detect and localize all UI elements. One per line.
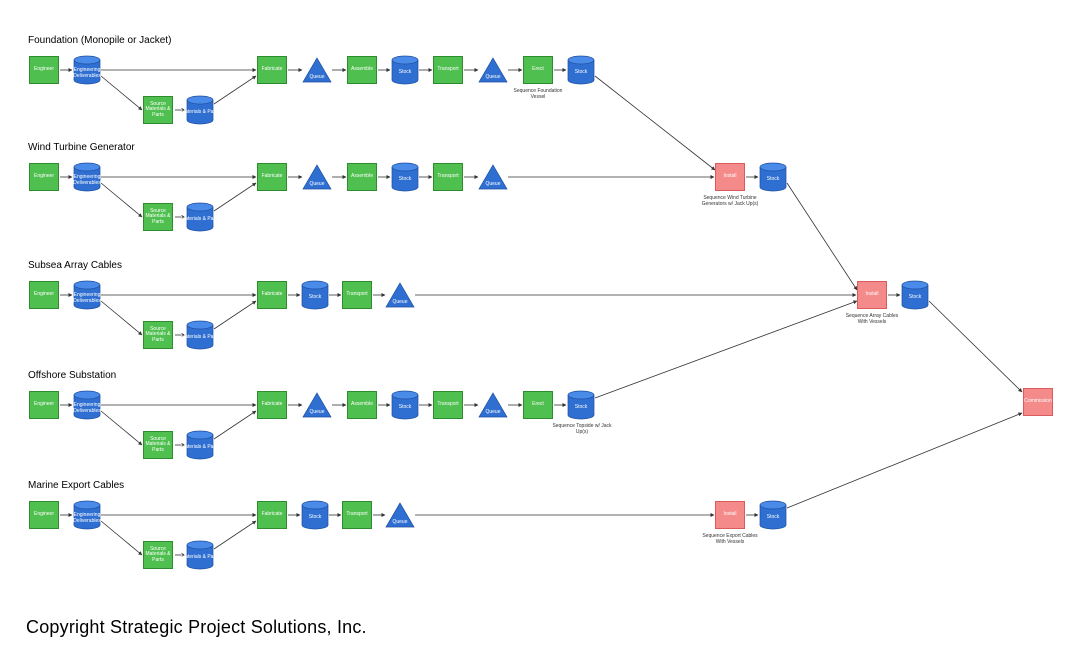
export-source: Source Materials & Parts [143,541,173,569]
svg-text:Queue: Queue [485,409,500,415]
svg-text:Materials & Parts: Materials & Parts [181,554,220,560]
lane-title-export: Marine Export Cables [28,480,124,491]
svg-text:Deliverables: Deliverables [73,180,101,186]
array-fabricate: Fabricate [257,281,287,309]
svg-text:Queue: Queue [392,299,407,305]
svg-text:Stock: Stock [399,69,412,75]
svg-text:Stock: Stock [575,69,588,75]
svg-text:Queue: Queue [309,409,324,415]
svg-text:Materials & Parts: Materials & Parts [181,444,220,450]
array-transport: Transport [342,281,372,309]
array-install-note: Sequence Array Cables With Vessels [842,313,902,325]
svg-text:Engineering: Engineering [74,174,101,180]
lane-title-array: Subsea Array Cables [28,260,122,271]
commission: Commission [1023,388,1053,416]
svg-text:Queue: Queue [392,519,407,525]
diagram-canvas: EngineeringDeliverables Materials & Part… [0,0,1084,664]
foundation-fabricate: Fabricate [257,56,287,84]
wtg-assemble: Assemble [347,163,377,191]
wtg-transport: Transport [433,163,463,191]
svg-text:Deliverables: Deliverables [73,298,101,304]
array-source: Source Materials & Parts [143,321,173,349]
svg-text:Engineering: Engineering [74,292,101,298]
svg-text:Stock: Stock [575,404,588,410]
export-install-note: Sequence Export Cables With Vessels [700,533,760,545]
svg-text:Stock: Stock [399,176,412,182]
svg-text:Stock: Stock [399,404,412,410]
substation-assemble: Assemble [347,391,377,419]
svg-text:Stock: Stock [309,294,322,300]
foundation-erect-note: Sequence Foundation Vessel [508,88,568,100]
export-engineer: Engineer [29,501,59,529]
svg-text:Deliverables: Deliverables [73,408,101,414]
svg-text:Queue: Queue [309,181,324,187]
wtg-engineer: Engineer [29,163,59,191]
wtg-install-note: Sequence Wind Turbine Generators w/ Jack… [700,195,760,207]
svg-text:Engineering: Engineering [74,512,101,518]
substation-transport: Transport [433,391,463,419]
substation-engineer: Engineer [29,391,59,419]
lane-title-foundation: Foundation (Monopile or Jacket) [28,35,171,46]
svg-text:Queue: Queue [309,74,324,80]
export-fabricate: Fabricate [257,501,287,529]
lane-title-substation: Offshore Substation [28,370,116,381]
export-install: Install [715,501,745,529]
cyl-label: Engineering [74,67,101,73]
wtg-fabricate: Fabricate [257,163,287,191]
foundation-assemble: Assemble [347,56,377,84]
copyright-text: Copyright Strategic Project Solutions, I… [26,617,367,638]
foundation-transport: Transport [433,56,463,84]
svg-text:Deliverables: Deliverables [73,73,101,79]
foundation-engineer: Engineer [29,56,59,84]
svg-text:Materials & Parts: Materials & Parts [181,109,220,115]
svg-text:Queue: Queue [485,181,500,187]
svg-text:Materials & Parts: Materials & Parts [181,334,220,340]
svg-text:Stock: Stock [309,514,322,520]
wtg-source: Source Materials & Parts [143,203,173,231]
svg-text:Stock: Stock [909,294,922,300]
foundation-source: Source Materials & Parts [143,96,173,124]
substation-fabricate: Fabricate [257,391,287,419]
svg-text:Deliverables: Deliverables [73,518,101,524]
svg-text:Stock: Stock [767,176,780,182]
substation-erect: Erect [523,391,553,419]
lane-title-wtg: Wind Turbine Generator [28,142,135,153]
array-install: Install [857,281,887,309]
wtg-install: Install [715,163,745,191]
svg-text:Materials & Parts: Materials & Parts [181,216,220,222]
export-transport: Transport [342,501,372,529]
svg-text:Engineering: Engineering [74,402,101,408]
svg-text:Stock: Stock [767,514,780,520]
substation-erect-note: Sequence Topside w/ Jack Up(s) [552,423,612,435]
foundation-erect: Erect [523,56,553,84]
svg-text:Queue: Queue [485,74,500,80]
substation-source: Source Materials & Parts [143,431,173,459]
array-engineer: Engineer [29,281,59,309]
